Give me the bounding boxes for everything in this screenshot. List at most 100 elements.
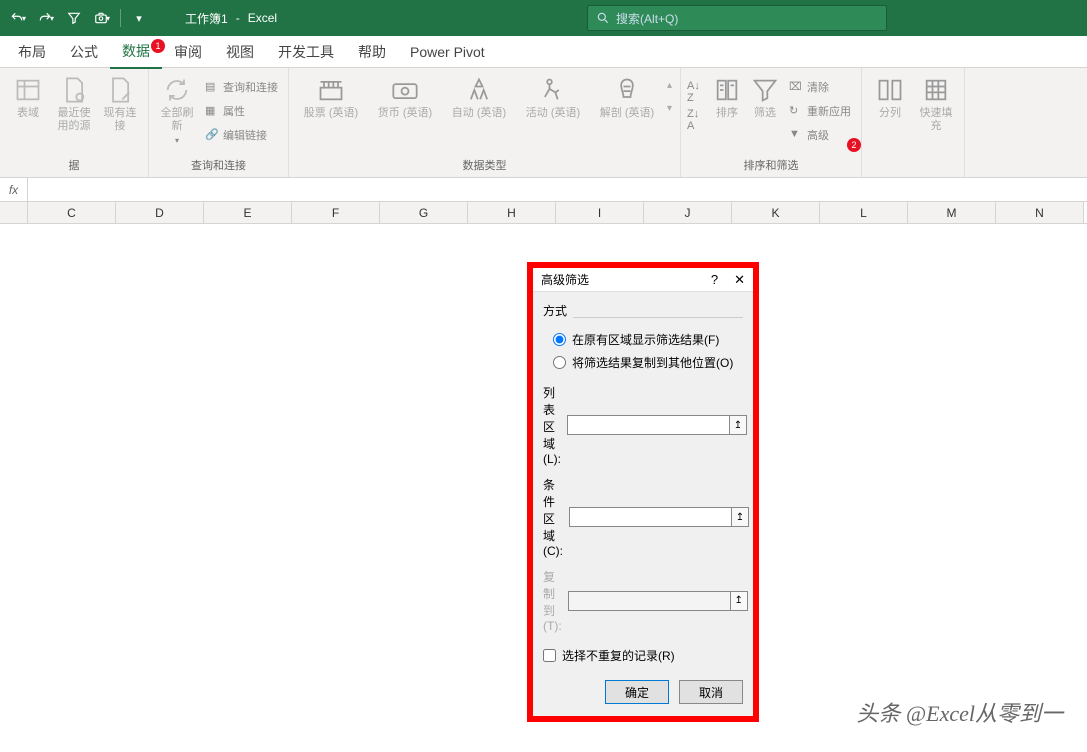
- btn-filter[interactable]: 筛选: [747, 72, 783, 124]
- btn-edit-links[interactable]: 🔗编辑链接: [201, 124, 282, 146]
- criteria-range-ref-button[interactable]: ↥: [731, 507, 749, 527]
- col-header[interactable]: N: [996, 202, 1084, 223]
- badge-2: 2: [847, 138, 861, 152]
- auto-icon: [465, 76, 493, 104]
- qat-separator: [120, 9, 121, 27]
- cancel-button[interactable]: 取消: [679, 680, 743, 704]
- group-types-label: 数据类型: [295, 157, 674, 175]
- btn-auto[interactable]: 自动 (英语): [443, 72, 515, 124]
- app-name: Excel: [248, 11, 277, 25]
- btn-refresh-all[interactable]: 全部刷新 ▾: [155, 72, 199, 150]
- btn-existing-conn[interactable]: 现有连接: [98, 72, 142, 137]
- flash-icon: [922, 76, 950, 104]
- unique-records-check[interactable]: 选择不重复的记录(R): [543, 647, 743, 664]
- list-range-ref-button[interactable]: ↥: [729, 415, 747, 435]
- btn-sort-asc[interactable]: A↓Z: [687, 80, 707, 100]
- tab-powerpivot[interactable]: Power Pivot: [398, 38, 497, 66]
- btn-clear-filter[interactable]: ⌧清除: [785, 76, 855, 98]
- btn-recent-sources[interactable]: 最近使用的源: [52, 72, 96, 137]
- tab-layout[interactable]: 布局: [6, 36, 58, 68]
- tab-developer[interactable]: 开发工具: [266, 36, 346, 68]
- formula-input[interactable]: [28, 178, 1087, 201]
- properties-icon: ▦: [205, 104, 219, 118]
- col-header[interactable]: K: [732, 202, 820, 223]
- btn-activity[interactable]: 活动 (英语): [517, 72, 589, 124]
- list-range-input[interactable]: [567, 415, 730, 435]
- btn-sort[interactable]: 排序: [709, 72, 745, 124]
- anatomy-icon: [613, 76, 641, 104]
- filter-icon[interactable]: [62, 6, 86, 30]
- advanced-filter-dialog: 高级筛选 ? ✕ 方式 在原有区域显示筛选结果(F) 将筛选结果复制到其他位置(…: [527, 262, 759, 722]
- help-button[interactable]: ?: [711, 272, 718, 288]
- btn-advanced-filter[interactable]: ▼高级 2: [785, 124, 855, 146]
- scroll-up-icon[interactable]: ▴: [667, 80, 672, 91]
- tab-help[interactable]: 帮助: [346, 36, 398, 68]
- btn-from-table[interactable]: 表域: [6, 72, 50, 124]
- tab-formula[interactable]: 公式: [58, 36, 110, 68]
- group-data-types: 股票 (英语) 货币 (英语) 自动 (英语) 活动 (英语) 解剖 (英语) …: [289, 68, 681, 177]
- refresh-icon: [163, 76, 191, 104]
- radio-copy-input[interactable]: [553, 356, 566, 369]
- stocks-icon: [317, 76, 345, 104]
- row-copy-to: 复制到(T): ↥: [543, 568, 743, 633]
- radio-copy-to[interactable]: 将筛选结果复制到其他位置(O): [543, 351, 743, 374]
- redo-button[interactable]: ▾: [34, 6, 58, 30]
- search-box[interactable]: 搜索(Alt+Q): [587, 5, 887, 31]
- btn-flash-fill[interactable]: 快速填充: [914, 72, 958, 137]
- currency-icon: [391, 76, 419, 104]
- reapply-icon: ↻: [789, 104, 803, 118]
- fx-label[interactable]: fx: [0, 178, 28, 201]
- copy-to-ref-button[interactable]: ↥: [730, 591, 748, 611]
- row-criteria-range: 条件区域(C): ↥: [543, 476, 743, 558]
- col-header[interactable]: I: [556, 202, 644, 223]
- btn-reapply[interactable]: ↻重新应用: [785, 100, 855, 122]
- copy-to-input: [568, 591, 731, 611]
- col-header[interactable]: J: [644, 202, 732, 223]
- funnel-icon: [751, 76, 779, 104]
- qat-customize[interactable]: ▾: [127, 6, 151, 30]
- col-header[interactable]: E: [204, 202, 292, 223]
- col-header[interactable]: C: [28, 202, 116, 223]
- group-data-tools: 分列 快速填充: [862, 68, 965, 177]
- tab-review[interactable]: 审阅: [162, 36, 214, 68]
- activity-icon: [539, 76, 567, 104]
- document-title: 工作簿1 - Excel: [185, 10, 277, 27]
- col-header[interactable]: D: [116, 202, 204, 223]
- col-header[interactable]: H: [468, 202, 556, 223]
- camera-icon[interactable]: ▾: [90, 6, 114, 30]
- group-get-data: 表域 最近使用的源 现有连接 据: [0, 68, 149, 177]
- group-sort-filter: A↓Z Z↓A 排序 筛选 ⌧清除 ↻重新应用 ▼高级 2 排序和筛选: [681, 68, 862, 177]
- radio-filter-inplace[interactable]: 在原有区域显示筛选结果(F): [543, 328, 743, 351]
- btn-currency[interactable]: 货币 (英语): [369, 72, 441, 124]
- col-header[interactable]: L: [820, 202, 908, 223]
- btn-sort-desc[interactable]: Z↓A: [687, 108, 707, 128]
- btn-anatomy[interactable]: 解剖 (英语): [591, 72, 663, 124]
- btn-text-to-columns[interactable]: 分列: [868, 72, 912, 124]
- group-tools-label: [868, 161, 958, 175]
- tab-view[interactable]: 视图: [214, 36, 266, 68]
- select-all-corner[interactable]: [0, 202, 28, 223]
- scroll-down-icon[interactable]: ▾: [667, 103, 672, 114]
- unique-checkbox-input[interactable]: [543, 649, 556, 662]
- btn-stocks[interactable]: 股票 (英语): [295, 72, 367, 124]
- col-header[interactable]: G: [380, 202, 468, 223]
- col-header[interactable]: F: [292, 202, 380, 223]
- btn-properties[interactable]: ▦属性: [201, 100, 282, 122]
- link-icon: 🔗: [205, 128, 219, 142]
- radio-inplace-input[interactable]: [553, 333, 566, 346]
- dialog-titlebar: 高级筛选 ? ✕: [533, 268, 753, 292]
- sort-icon: [713, 76, 741, 104]
- undo-button[interactable]: ▾: [6, 6, 30, 30]
- col-header[interactable]: M: [908, 202, 996, 223]
- copy-to-label: 复制到(T):: [543, 568, 562, 633]
- split-icon: [876, 76, 904, 104]
- ok-button[interactable]: 确定: [605, 680, 669, 704]
- criteria-range-input[interactable]: [569, 507, 732, 527]
- btn-queries-connections[interactable]: ▤查询和连接: [201, 76, 282, 98]
- search-placeholder: 搜索(Alt+Q): [616, 10, 678, 27]
- recent-icon: [60, 76, 88, 104]
- close-button[interactable]: ✕: [734, 272, 745, 288]
- tab-data[interactable]: 数据 1: [110, 35, 162, 69]
- workbook-name: 工作簿1: [185, 10, 228, 27]
- formula-bar: fx: [0, 178, 1087, 202]
